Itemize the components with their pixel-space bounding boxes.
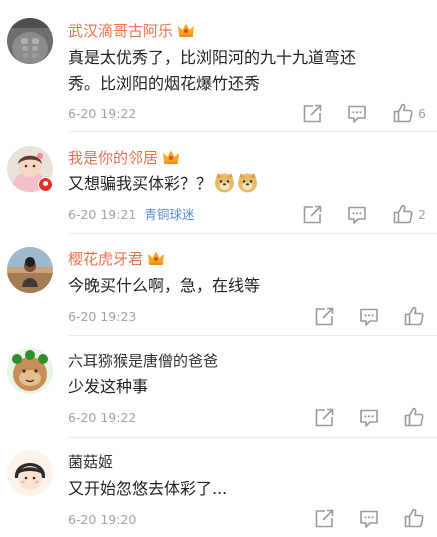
divider — [68, 437, 437, 438]
comment-meta: 6-20 19:23 — [68, 309, 136, 325]
timestamp: 6-20 19:20 — [68, 512, 137, 527]
divider — [68, 131, 437, 132]
username[interactable]: 武汉滴哥古阿乐 — [68, 22, 195, 40]
avatar[interactable] — [7, 348, 53, 394]
like-count: 6 — [418, 106, 426, 121]
verified-icon — [38, 177, 53, 192]
comment-text: 真是太优秀了，比浏阳河的九十九道弯还 秀。比浏阳的烟花爆竹还秀 — [68, 48, 357, 93]
crown-icon — [147, 250, 165, 266]
thumbs-up-icon[interactable] — [403, 406, 425, 428]
thumbs-up-icon[interactable] — [392, 102, 414, 124]
timestamp: 6-20 19:21 — [68, 207, 137, 222]
comment-text: 今晚买什么啊，急，在线等 — [68, 276, 261, 295]
comment-meta: 6-20 19:22 — [68, 106, 136, 122]
share-icon[interactable] — [313, 306, 335, 328]
comment-icon[interactable] — [358, 508, 380, 530]
divider — [68, 335, 437, 336]
username[interactable]: 樱花虎牙君 — [68, 250, 165, 268]
thumbs-up-icon[interactable] — [403, 305, 425, 327]
share-icon[interactable] — [313, 407, 335, 429]
comment-meta: 6-20 19:21 青铜球迷 — [68, 207, 194, 223]
comment-text: 又想骗我买体彩？？ — [68, 171, 258, 197]
share-icon[interactable] — [301, 103, 323, 125]
share-icon[interactable] — [313, 508, 335, 530]
timestamp: 6-20 19:23 — [68, 309, 137, 324]
doge-emoji — [237, 172, 258, 193]
username[interactable]: 六耳猕猴是唐僧的爸爸 — [68, 352, 218, 370]
avatar[interactable] — [7, 18, 53, 64]
comment-icon[interactable] — [346, 103, 368, 125]
comment-meta: 6-20 19:20 — [68, 512, 136, 528]
avatar[interactable] — [7, 450, 53, 496]
divider — [68, 233, 437, 234]
share-icon[interactable] — [301, 204, 323, 226]
comment-icon[interactable] — [358, 306, 380, 328]
username[interactable]: 菌菇姬 — [68, 453, 113, 471]
thumbs-up-icon[interactable] — [403, 507, 425, 529]
crown-icon — [162, 149, 180, 165]
timestamp: 6-20 19:22 — [68, 106, 137, 121]
thumbs-up-icon[interactable] — [392, 203, 414, 225]
like-count: 2 — [418, 207, 426, 222]
avatar[interactable] — [7, 247, 53, 293]
comment-meta: 6-20 19:22 — [68, 410, 136, 426]
comment-icon[interactable] — [346, 204, 368, 226]
crown-icon — [177, 22, 195, 38]
comment-text: 少发这种事 — [68, 377, 149, 396]
doge-emoji — [214, 172, 235, 193]
username[interactable]: 我是你的邻居 — [68, 149, 180, 167]
comment-text: 又开始忽悠去体彩了... — [68, 479, 228, 498]
fan-badge[interactable]: 青铜球迷 — [144, 207, 194, 222]
comment-icon[interactable] — [358, 407, 380, 429]
timestamp: 6-20 19:22 — [68, 410, 137, 425]
